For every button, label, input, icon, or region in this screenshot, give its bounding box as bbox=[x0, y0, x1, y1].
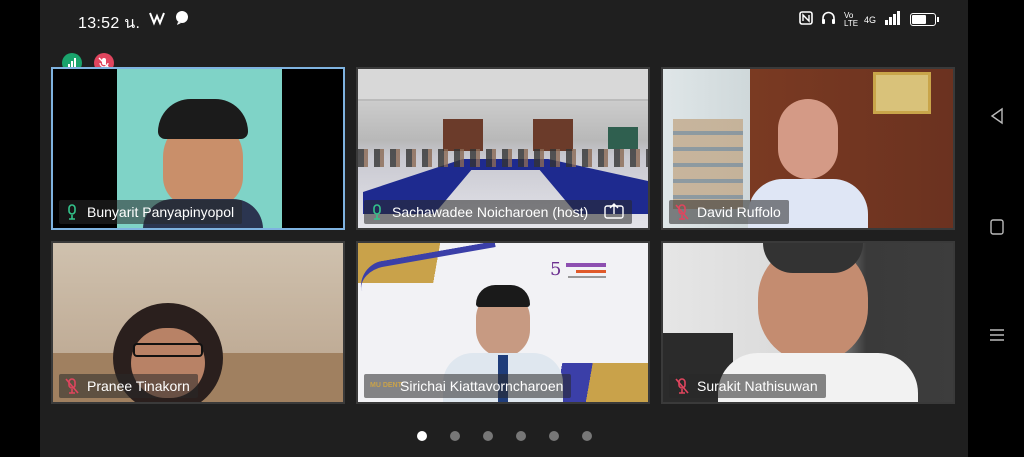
video-tile-sachawadee[interactable]: Sachawadee Noicharoen (host) bbox=[356, 67, 650, 230]
system-nav-bar bbox=[968, 0, 1024, 457]
participant-name-tag: Sachawadee Noicharoen (host) bbox=[364, 200, 633, 224]
page-dot[interactable] bbox=[548, 431, 559, 441]
participant-name-tag: Bunyarit Panyapinyopol bbox=[59, 200, 243, 224]
meeting-app: 13:52 น. Vo LTE 4G Bunyarit Panyapinyopo… bbox=[40, 0, 968, 457]
mic-on-icon bbox=[65, 204, 79, 220]
page-dot[interactable] bbox=[449, 431, 460, 441]
participant-name-tag: Pranee Tinakorn bbox=[59, 374, 198, 398]
status-time: 13:52 น. bbox=[78, 15, 141, 32]
volte-icon: Vo LTE bbox=[843, 10, 859, 28]
video-tile-bunyarit[interactable]: Bunyarit Panyapinyopol bbox=[51, 67, 345, 230]
signal-icon bbox=[884, 11, 902, 28]
participant-video bbox=[778, 99, 838, 179]
back-nav-icon[interactable] bbox=[988, 107, 1006, 125]
page-dot[interactable] bbox=[515, 431, 526, 441]
page-indicator bbox=[40, 431, 968, 441]
video-tile-pranee[interactable]: Pranee Tinakorn bbox=[51, 241, 345, 404]
page-dot[interactable] bbox=[581, 431, 592, 441]
video-tile-surakit[interactable]: Surakit Nathisuwan bbox=[661, 241, 955, 404]
headphones-icon bbox=[821, 11, 836, 28]
participant-name-tag: MU DENT Sirichai Kiattavorncharoen bbox=[364, 374, 572, 398]
page-dot[interactable] bbox=[416, 431, 427, 441]
participant-name-tag: Surakit Nathisuwan bbox=[669, 374, 826, 398]
participant-name: Sirichai Kiattavorncharoen bbox=[400, 378, 564, 394]
svg-text:5: 5 bbox=[550, 259, 561, 280]
participant-name: Sachawadee Noicharoen (host) bbox=[392, 204, 589, 220]
participant-name: David Ruffolo bbox=[697, 204, 781, 220]
home-nav-icon[interactable] bbox=[988, 218, 1006, 236]
event-logo: 5 bbox=[548, 257, 608, 281]
video-tile-sirichai[interactable]: 5 MU DENT Sirichai Kiattavorncharoen bbox=[356, 241, 650, 404]
video-tile-david[interactable]: David Ruffolo bbox=[661, 67, 955, 230]
nfc-icon bbox=[799, 11, 813, 28]
participant-name: Bunyarit Panyapinyopol bbox=[87, 204, 235, 220]
share-screen-icon[interactable] bbox=[604, 202, 624, 222]
participant-name: Pranee Tinakorn bbox=[87, 378, 190, 394]
mic-muted-icon bbox=[675, 204, 689, 220]
mic-muted-icon bbox=[675, 378, 689, 394]
mudent-logo-icon: MU DENT bbox=[370, 382, 402, 389]
app-notification-icon bbox=[148, 10, 166, 30]
participant-name-tag: David Ruffolo bbox=[669, 200, 789, 224]
chat-notification-icon bbox=[174, 10, 190, 30]
page-dot[interactable] bbox=[482, 431, 493, 441]
status-bar: 13:52 น. Vo LTE 4G bbox=[40, 0, 968, 40]
menu-nav-icon[interactable] bbox=[988, 326, 1006, 344]
network-type: 4G bbox=[863, 14, 876, 25]
mic-muted-icon bbox=[65, 378, 79, 394]
battery-icon bbox=[910, 13, 939, 26]
participant-name: Surakit Nathisuwan bbox=[697, 378, 818, 394]
mic-on-icon bbox=[370, 204, 384, 220]
